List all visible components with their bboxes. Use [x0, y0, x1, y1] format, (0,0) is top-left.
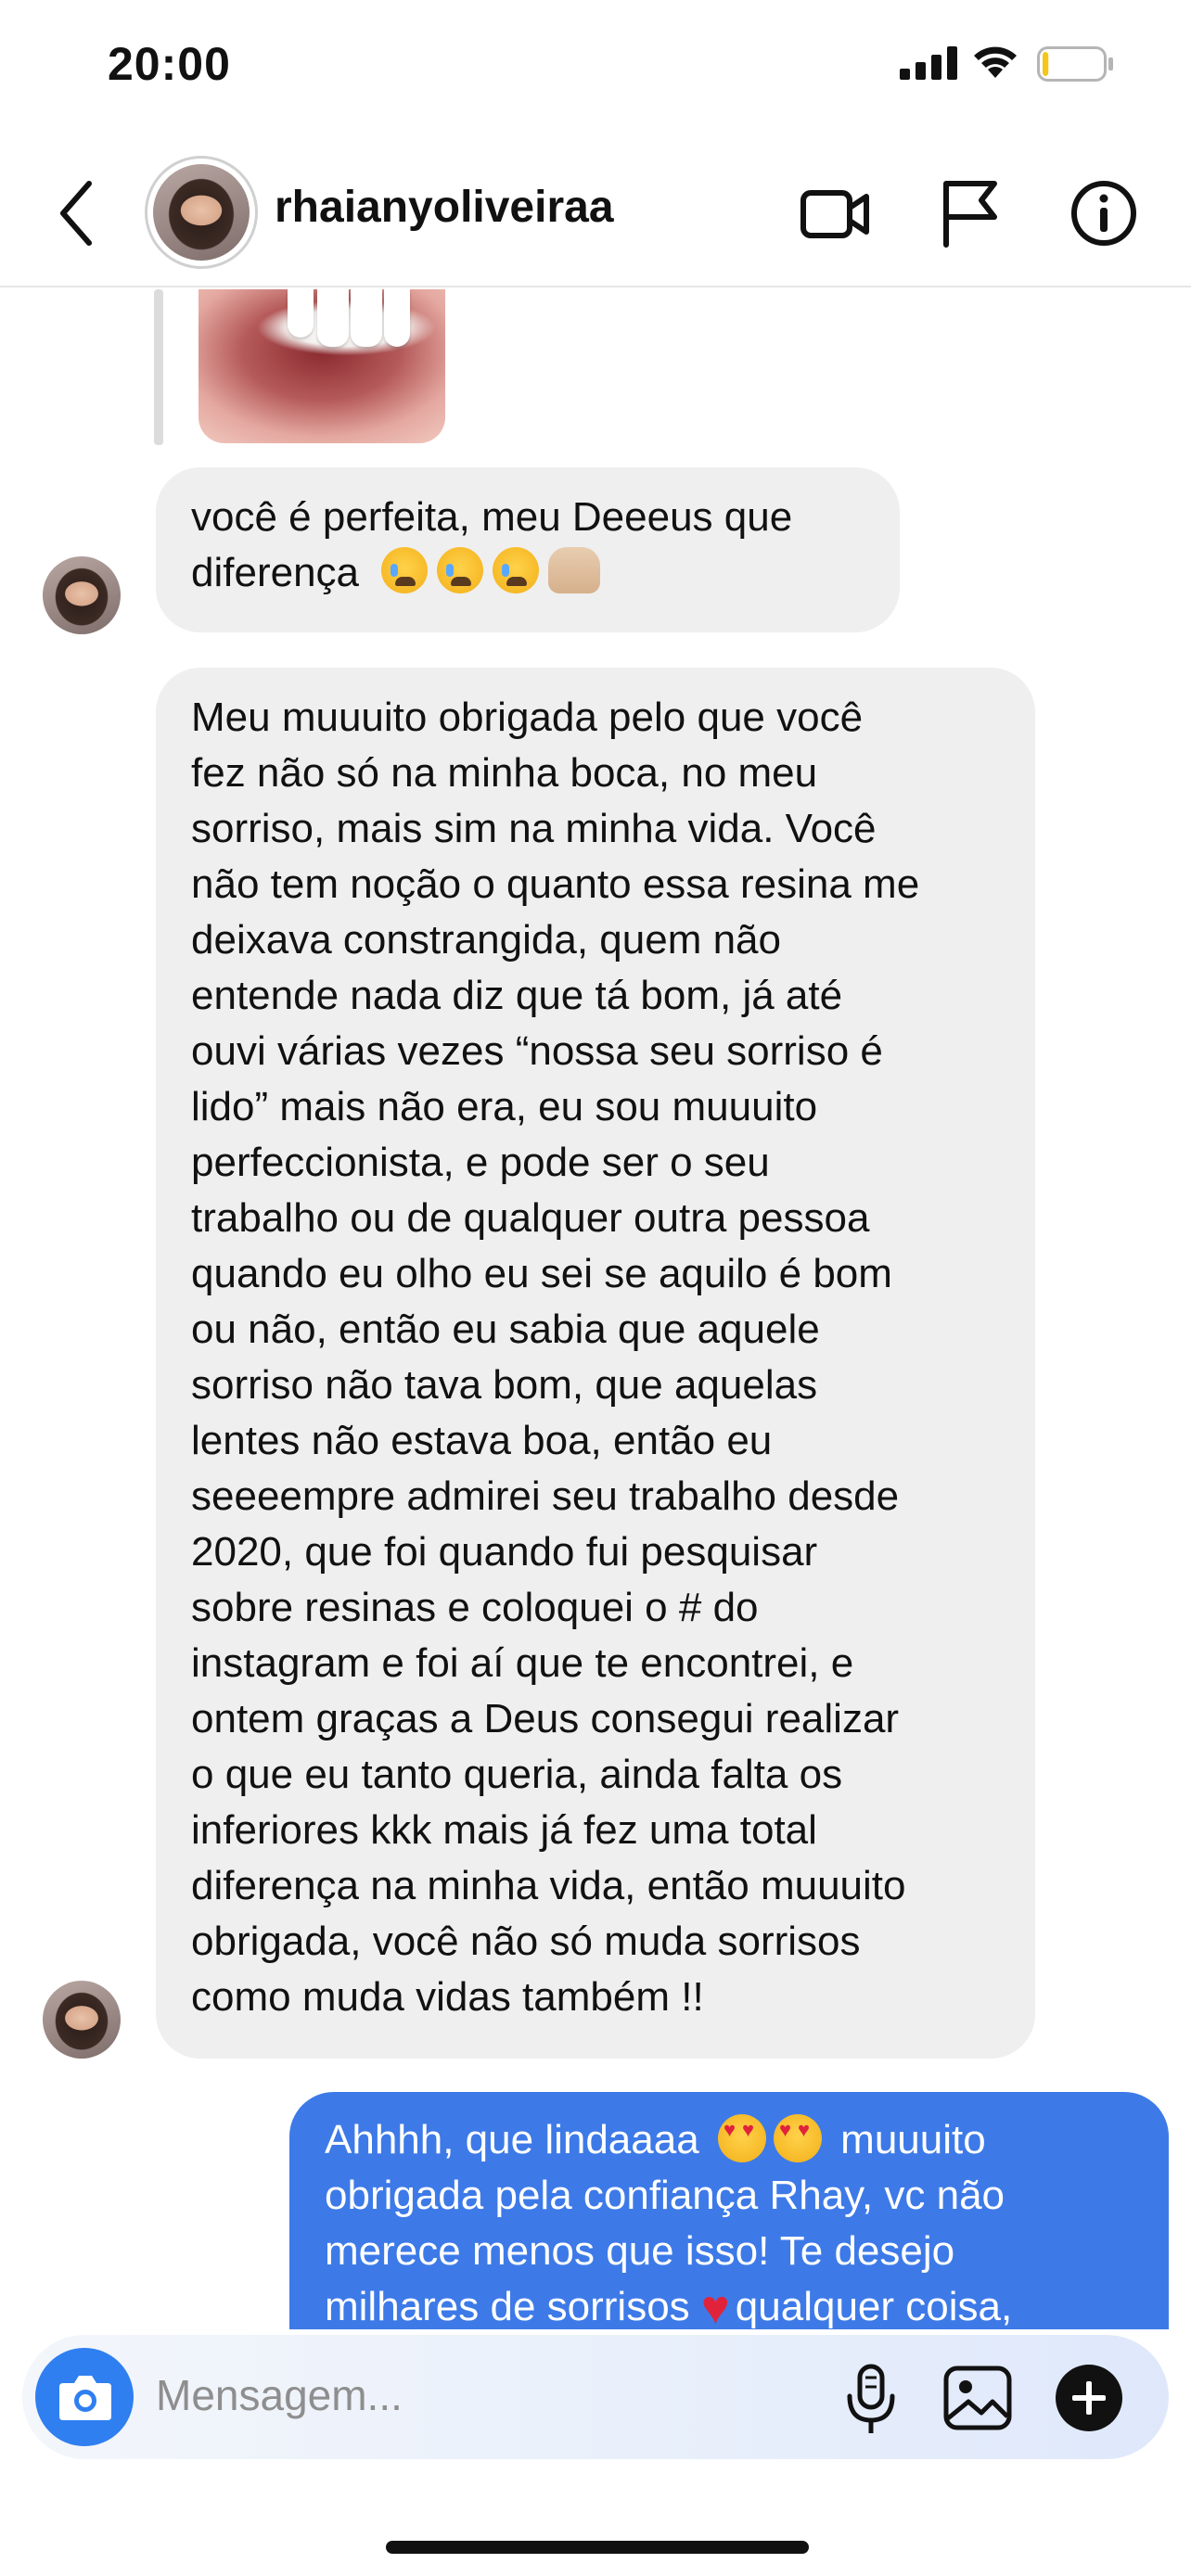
message-text: o que eu tanto queria, ainda falta os: [191, 1752, 843, 1797]
message-text: Meu muuuito obrigada pelo que você: [191, 695, 864, 740]
message-composer: [22, 2335, 1169, 2459]
status-bar: 20:00: [0, 0, 1191, 139]
message-text-line: milhares de sorrisos ♥ qualquer coisa,: [325, 2279, 1133, 2329]
message-text: muuuito: [840, 2117, 986, 2162]
message-text: quando eu olho eu sei se aquilo é bom: [191, 1251, 892, 1296]
camera-button[interactable]: [35, 2348, 134, 2446]
message-text: você é perfeita, meu Deeeus que: [191, 494, 793, 540]
conversation-header: rhaianyoliveiraa: [0, 139, 1191, 287]
message-text-line: diferença: [191, 545, 864, 601]
sender-avatar[interactable]: [43, 556, 121, 634]
battery-icon: [1037, 46, 1113, 82]
message-text: instagram e foi aí que te encontrei, e: [191, 1640, 854, 1686]
photo-detail: [288, 289, 314, 338]
message-text: lido” mais não era, eu sou muuuito: [191, 1084, 818, 1129]
username[interactable]: rhaianyoliveiraa: [275, 182, 614, 233]
red-heart-emoji: ♥: [700, 2281, 730, 2329]
message-text: entende nada diz que tá bom, já até: [191, 973, 843, 1018]
video-camera-icon[interactable]: [798, 176, 872, 250]
message-list[interactable]: você é perfeita, meu Deeeus que diferenç…: [0, 289, 1191, 2329]
message-text: trabalho ou de qualquer outra pessoa: [191, 1195, 870, 1241]
message-text: diferença: [191, 550, 360, 595]
message-text: ontem graças a Deus consegui realizar: [191, 1696, 900, 1741]
message-text: qualquer coisa,: [735, 2284, 1013, 2329]
camera-icon: [59, 2376, 111, 2420]
message-text: obrigada pela confiança Rhay, vc não: [325, 2173, 1005, 2218]
message-text: seeeempre admirei seu trabalho desde: [191, 1473, 900, 1519]
message-text: Ahhhh, que lindaaaa: [325, 2117, 699, 2162]
loudly-crying-face-emoji: [493, 547, 540, 593]
sender-avatar[interactable]: [43, 1981, 121, 2059]
chevron-left-icon[interactable]: [54, 176, 100, 250]
message-text: 2020, que foi quando fui pesquisar: [191, 1529, 818, 1575]
profile-photo: [153, 164, 250, 261]
message-text: como muda vidas também !!: [191, 1974, 704, 2020]
photo-detail: [384, 289, 410, 347]
message-text-line: Ahhhh, que lindaaaa muuuito: [325, 2112, 1133, 2168]
message-text: sorriso não tava bom, que aquelas: [191, 1362, 818, 1408]
message-text: lentes não estava boa, então eu: [191, 1418, 773, 1463]
message-text: fez não só na minha boca, no meu: [191, 750, 818, 796]
message-text: não tem noção o quanto essa resina me: [191, 861, 920, 907]
message-text: sorriso, mais sim na minha vida. Você: [191, 806, 877, 851]
smiling-face-with-heart-eyes-emoji: [773, 2114, 822, 2162]
message-text: merece menos que isso! Te desejo: [325, 2228, 955, 2274]
wifi-icon: [974, 46, 1017, 78]
message-text: ou não, então eu sabia que aquele: [191, 1307, 820, 1352]
smiling-face-with-heart-eyes-emoji: [717, 2114, 766, 2162]
photo-detail: [351, 289, 382, 347]
message-text: inferiores kkk mais já fez uma total: [191, 1807, 817, 1853]
microphone-icon[interactable]: [839, 2363, 903, 2437]
message-bubble-received[interactable]: você é perfeita, meu Deeeus que diferenç…: [156, 467, 900, 632]
message-text: ouvi várias vezes “nossa seu sorriso é: [191, 1028, 883, 1074]
loudly-crying-face-emoji: [381, 547, 429, 593]
loudly-crying-face-emoji: [437, 547, 484, 593]
message-text: perfeccionista, e pode ser o seu: [191, 1140, 770, 1185]
flag-icon[interactable]: [933, 176, 1007, 250]
message-bubble-sent[interactable]: Ahhhh, que lindaaaa muuuito obrigada pel…: [289, 2092, 1169, 2329]
reply-indicator: [154, 289, 163, 445]
image-icon[interactable]: [941, 2361, 1015, 2435]
status-time: 20:00: [108, 38, 231, 90]
message-input[interactable]: [156, 2363, 805, 2428]
message-text: deixava constrangida, quem não: [191, 917, 781, 963]
message-text: diferença na minha vida, então muuuito: [191, 1863, 906, 1908]
raising-hands-emoji: [548, 547, 601, 593]
message-text: obrigada, você não só muda sorrisos: [191, 1919, 861, 1964]
plus-circle-icon[interactable]: [1052, 2361, 1126, 2435]
replied-photo-thumbnail[interactable]: [198, 289, 445, 443]
message-text: sobre resinas e coloquei o # do: [191, 1585, 759, 1630]
message-bubble-received[interactable]: Meu muuuito obrigada pelo que você fez nã…: [156, 668, 1035, 2059]
info-icon[interactable]: [1067, 176, 1141, 250]
cellular-signal-icon: [900, 46, 957, 80]
photo-detail: [317, 289, 349, 347]
avatar[interactable]: [145, 156, 258, 269]
message-text: milhares de sorrisos: [325, 2284, 690, 2329]
home-indicator[interactable]: [386, 2541, 809, 2554]
